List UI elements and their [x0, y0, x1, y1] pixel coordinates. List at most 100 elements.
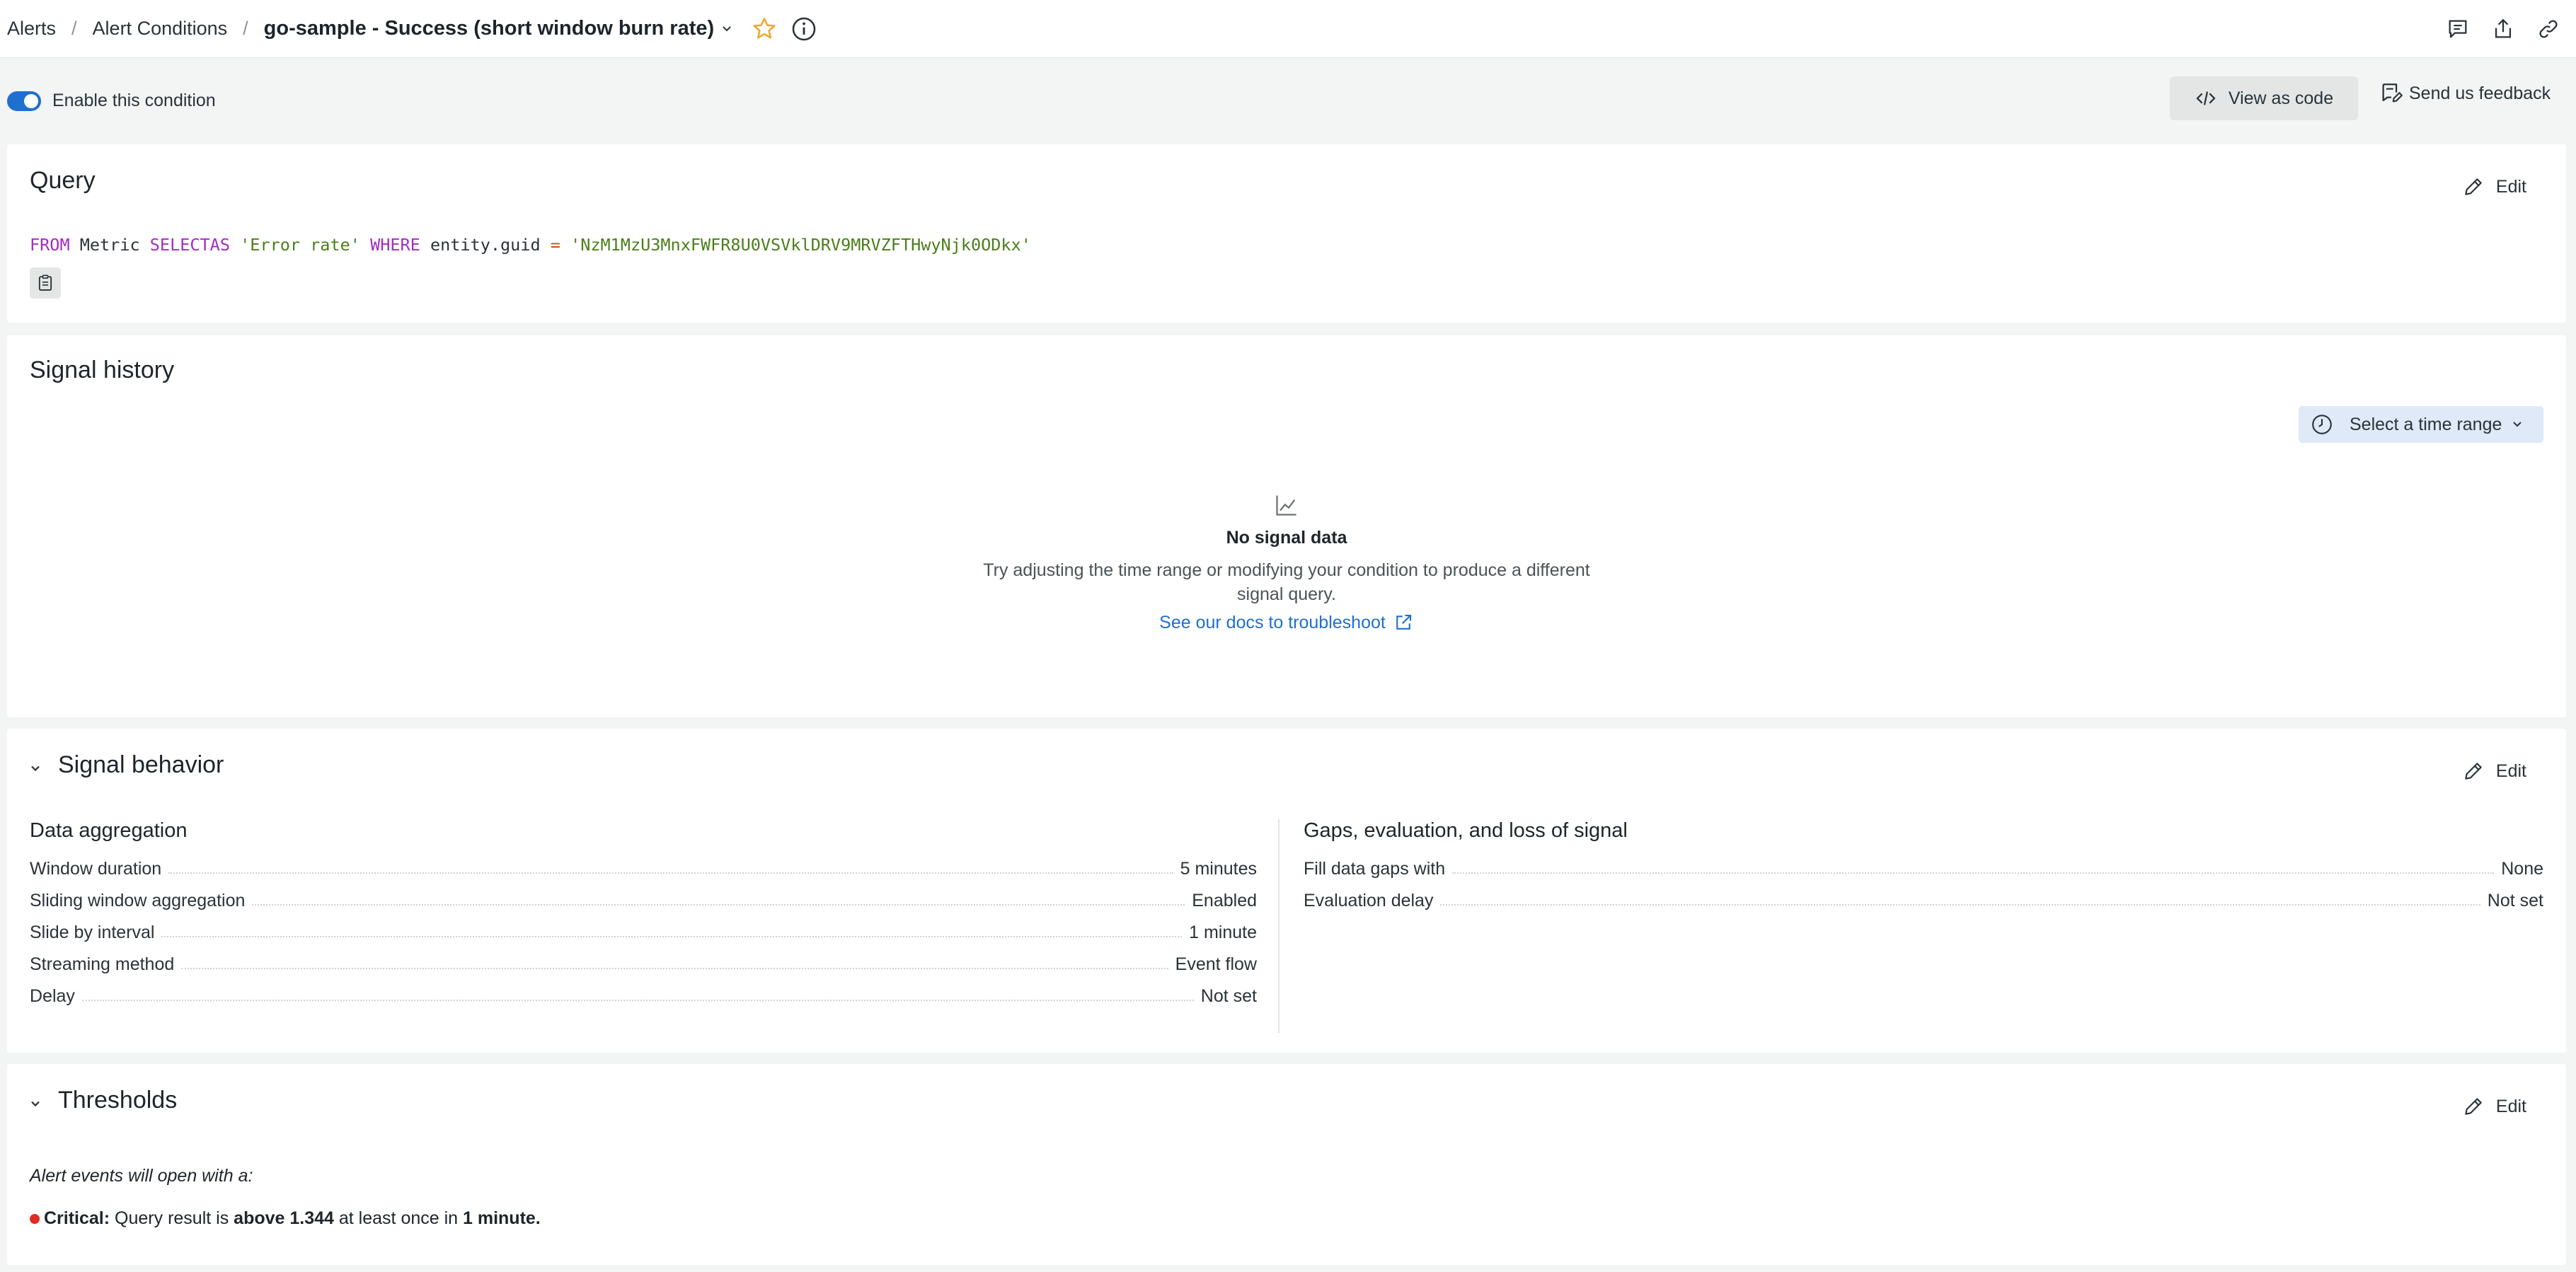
chevron-down-icon[interactable] [28, 761, 42, 775]
query-token: = [550, 235, 560, 255]
enable-condition-label: Enable this condition [52, 91, 216, 110]
critical-label: Critical: [44, 1208, 110, 1228]
list-item: Slide by interval 1 minute [30, 914, 1257, 946]
send-feedback-button[interactable]: Send us feedback [2379, 79, 2551, 108]
breadcrumb-alert-conditions[interactable]: Alert Conditions [93, 18, 228, 40]
header-actions [2446, 0, 2560, 58]
nrql-query[interactable]: FROM Metric SELECTAS 'Error rate' WHERE … [30, 235, 1031, 255]
query-token: entity.guid [420, 235, 551, 255]
link-icon[interactable] [2536, 17, 2560, 41]
query-edit-button[interactable]: Edit [2462, 175, 2526, 198]
threshold-text: at least once in [338, 1208, 459, 1228]
share-icon[interactable] [2491, 17, 2515, 41]
critical-threshold: Critical: Query result is above 1.344 at… [30, 1208, 541, 1229]
empty-state-title: No signal data [1226, 528, 1347, 548]
chevron-down-icon[interactable] [721, 23, 732, 35]
gaps-evaluation-list: Fill data gaps with None Evaluation dela… [1304, 850, 2543, 914]
setting-value: None [2501, 859, 2543, 879]
time-range-label: Select a time range [2350, 414, 2502, 434]
setting-label: Sliding window aggregation [30, 891, 246, 910]
empty-state-description: Try adjusting the time range or modifyin… [983, 560, 1590, 604]
threshold-window: 1 minute. [463, 1208, 541, 1228]
signal-history-card: Signal history Select a time range No si… [7, 335, 2566, 717]
view-as-code-label: View as code [2228, 88, 2334, 108]
troubleshoot-docs-link[interactable]: See our docs to troubleshoot [1159, 612, 1414, 633]
query-token [560, 235, 570, 255]
thresholds-intro: Alert events will open with a: [30, 1166, 253, 1186]
signal-behavior-edit-label: Edit [2495, 761, 2526, 781]
thresholds-edit-button[interactable]: Edit [2462, 1095, 2526, 1118]
setting-label: Window duration [30, 859, 162, 879]
pencil-icon [2465, 763, 2482, 780]
query-token: AS [209, 235, 230, 255]
dotted-leader [1452, 872, 2495, 874]
setting-value: Enabled [1192, 891, 1257, 910]
clipboard-icon [38, 274, 52, 291]
list-item: Fill data gaps with None [1304, 850, 2543, 882]
breadcrumb-separator: / [243, 18, 248, 39]
enable-condition-row: Enable this condition [7, 91, 216, 111]
breadcrumb-separator: / [71, 18, 77, 39]
clock-icon [2312, 415, 2332, 434]
list-item: Delay Not set [30, 978, 1257, 1010]
page-title[interactable]: go-sample - Success (short window burn r… [264, 17, 715, 40]
query-token [360, 235, 370, 255]
query-token: FROM [30, 235, 70, 255]
setting-value: 5 minutes [1180, 859, 1257, 879]
setting-value: Not set [1200, 986, 1257, 1006]
send-feedback-label: Send us feedback [2409, 83, 2551, 103]
time-range-picker[interactable]: Select a time range [2299, 406, 2543, 443]
info-icon[interactable] [790, 16, 817, 42]
external-link-icon [1396, 614, 1411, 630]
data-aggregation-list: Window duration 5 minutes Sliding window… [30, 850, 1257, 1010]
copy-query-button[interactable] [30, 267, 61, 299]
signal-behavior-card: Signal behavior Edit Data aggregation Wi… [7, 729, 2566, 1053]
query-token [230, 235, 240, 255]
list-item: Window duration 5 minutes [30, 850, 1257, 882]
list-item: Streaming method Event flow [30, 946, 1257, 978]
dotted-leader [161, 936, 1183, 937]
pencil-icon [2465, 1098, 2482, 1115]
breadcrumb-alerts[interactable]: Alerts [7, 18, 56, 40]
signal-history-title: Signal history [30, 357, 175, 383]
column-divider [1278, 819, 1280, 1033]
chevron-down-icon[interactable] [28, 1097, 42, 1111]
signal-behavior-edit-button[interactable]: Edit [2462, 760, 2526, 782]
threshold-text: Query result is [115, 1208, 229, 1228]
signal-behavior-title: Signal behavior [58, 751, 224, 778]
pencil-icon [2465, 178, 2482, 195]
thresholds-card: Thresholds Edit Alert events will open w… [7, 1064, 2566, 1265]
dotted-leader [168, 872, 1173, 874]
setting-label: Streaming method [30, 954, 175, 974]
setting-value: 1 minute [1189, 923, 1257, 942]
setting-label: Fill data gaps with [1304, 859, 1446, 879]
star-icon[interactable] [751, 16, 778, 42]
gaps-evaluation-title: Gaps, evaluation, and loss of signal [1304, 819, 1628, 842]
enable-condition-toggle[interactable] [7, 91, 41, 111]
feedback-icon [2382, 83, 2403, 103]
list-item: Sliding window aggregation Enabled [30, 882, 1257, 914]
query-token: SELECT [149, 235, 210, 255]
thresholds-title: Thresholds [58, 1087, 178, 1114]
empty-state: No signal data Try adjusting the time ra… [7, 492, 2566, 633]
troubleshoot-docs-label: See our docs to troubleshoot [1159, 612, 1386, 632]
dotted-leader [252, 904, 1185, 906]
query-card: Query Edit FROM Metric SELECTAS 'Error r… [7, 144, 2566, 323]
setting-value: Not set [2487, 891, 2543, 910]
view-as-code-button[interactable]: View as code [2170, 76, 2358, 120]
thresholds-edit-label: Edit [2495, 1096, 2526, 1116]
query-token: WHERE [370, 235, 420, 255]
dotted-leader [81, 1000, 1194, 1001]
setting-label: Slide by interval [30, 923, 155, 942]
dotted-leader [1440, 904, 2480, 906]
dotted-leader [181, 968, 1168, 969]
list-item: Evaluation delay Not set [1304, 882, 2543, 914]
data-aggregation-title: Data aggregation [30, 819, 188, 842]
chevron-down-icon [2513, 422, 2522, 427]
query-edit-label: Edit [2495, 176, 2526, 197]
critical-status-dot [30, 1213, 40, 1224]
threshold-condition: above 1.344 [234, 1208, 334, 1228]
setting-label: Evaluation delay [1304, 891, 1434, 910]
comment-icon[interactable] [2446, 17, 2470, 41]
setting-value: Event flow [1175, 954, 1257, 974]
